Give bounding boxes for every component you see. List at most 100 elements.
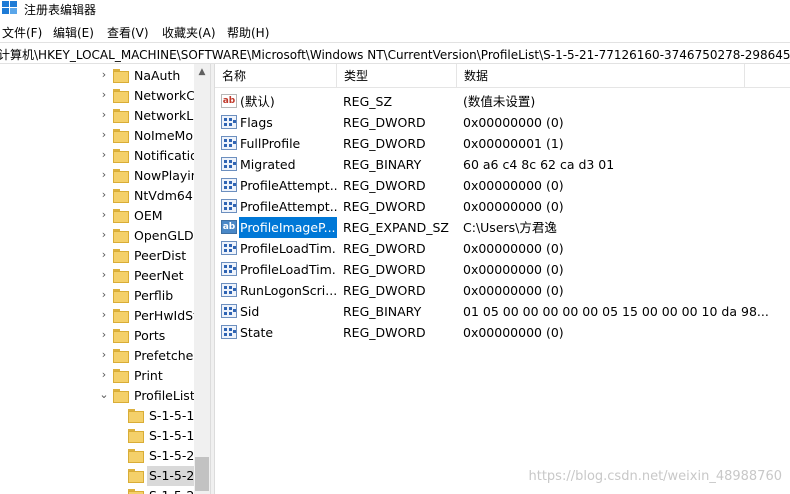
tree-item[interactable]: S-1-5-2	[0, 446, 194, 466]
value-data: 0x00000000 (0)	[463, 241, 564, 256]
value-row[interactable]: RunLogonScri... REG_DWORD 0x00000000 (0)	[215, 280, 790, 301]
value-data: 0x00000000 (0)	[463, 178, 564, 193]
value-type: REG_DWORD	[343, 325, 426, 340]
tree-item[interactable]: › NetworkLi	[0, 106, 197, 126]
chevron-right-icon[interactable]: ›	[99, 88, 109, 102]
folder-icon	[113, 309, 129, 323]
value-row[interactable]: Sid REG_BINARY 01 05 00 00 00 00 00 05 15 …	[215, 301, 790, 322]
tree-item[interactable]: › PeerDist	[0, 246, 194, 266]
chevron-right-icon[interactable]: ›	[99, 348, 109, 362]
tree-item[interactable]: S-1-5-2	[0, 486, 194, 494]
value-row[interactable]: ProfileAttempt... REG_DWORD 0x00000000 (0)	[215, 196, 790, 217]
chevron-right-icon[interactable]: ›	[99, 208, 109, 222]
value-type: REG_SZ	[343, 94, 393, 109]
tree-item-label: S-1-5-1	[149, 408, 195, 423]
tree-item[interactable]: S-1-5-2	[0, 466, 197, 486]
column-data[interactable]: 数据	[457, 64, 745, 88]
folder-icon	[128, 429, 144, 443]
folder-icon	[113, 229, 129, 243]
string-value-icon: ab	[221, 94, 237, 108]
menu-file[interactable]: 文件(F)	[2, 24, 42, 41]
value-row[interactable]: Flags REG_DWORD 0x00000000 (0)	[215, 112, 790, 133]
tree-item[interactable]: › OEM	[0, 206, 194, 226]
folder-icon	[113, 89, 129, 103]
chevron-right-icon[interactable]: ›	[99, 188, 109, 202]
menu-favorites[interactable]: 收藏夹(A)	[162, 24, 216, 41]
watermark: https://blog.csdn.net/weixin_48988760	[528, 469, 782, 484]
tree-item-label: OEM	[134, 208, 163, 223]
tree-item[interactable]: ⌄ ProfileList	[0, 386, 195, 406]
tree-item[interactable]: › NetworkC	[0, 86, 195, 106]
value-row[interactable]: ProfileLoadTim... REG_DWORD 0x00000000 (0)	[215, 238, 790, 259]
column-type[interactable]: 类型	[337, 64, 457, 88]
binary-value-icon	[221, 262, 237, 276]
tree-scrollbar[interactable]: ▲	[194, 64, 210, 494]
value-name: Sid	[240, 304, 260, 319]
folder-icon	[113, 249, 129, 263]
address-bar[interactable]: 计算机\HKEY_LOCAL_MACHINE\SOFTWARE\Microsof…	[0, 42, 790, 64]
folder-icon	[113, 289, 129, 303]
chevron-right-icon[interactable]: ›	[99, 68, 109, 82]
binary-value-icon	[221, 178, 237, 192]
chevron-right-icon[interactable]: ›	[99, 268, 109, 282]
value-row[interactable]: State REG_DWORD 0x00000000 (0)	[215, 322, 790, 343]
tree-item[interactable]: › Perflib	[0, 286, 194, 306]
menu-view[interactable]: 查看(V)	[107, 24, 149, 41]
value-row[interactable]: FullProfile REG_DWORD 0x00000001 (1)	[215, 133, 790, 154]
chevron-down-icon[interactable]: ⌄	[99, 388, 109, 402]
chevron-right-icon[interactable]: ›	[99, 168, 109, 182]
tree-item[interactable]: › NaAuth	[0, 66, 194, 86]
tree-item[interactable]: › NowPlayin	[0, 166, 199, 186]
tree-item[interactable]: › NtVdm64	[0, 186, 194, 206]
tree-item[interactable]: › Print	[0, 366, 194, 386]
tree-item[interactable]: › Ports	[0, 326, 194, 346]
value-type: REG_DWORD	[343, 241, 426, 256]
chevron-right-icon[interactable]: ›	[99, 148, 109, 162]
list-header: 名称 类型 数据	[215, 64, 790, 88]
address-path[interactable]: 计算机\HKEY_LOCAL_MACHINE\SOFTWARE\Microsof…	[0, 46, 790, 63]
menu-bar: 文件(F) 编辑(E) 查看(V) 收藏夹(A) 帮助(H)	[0, 20, 790, 42]
values-list[interactable]: 名称 类型 数据 ab (默认) REG_SZ (数值未设置) Flags REG_DWO…	[215, 64, 790, 494]
chevron-right-icon[interactable]: ›	[99, 368, 109, 382]
tree-item-label: S-1-5-2	[147, 486, 196, 494]
tree-item[interactable]: › NoImeMo	[0, 126, 194, 146]
value-name: ProfileAttempt...	[240, 178, 337, 193]
tree-item[interactable]: › OpenGLDr	[0, 226, 199, 246]
value-name: Flags	[240, 115, 273, 130]
binary-value-icon	[221, 304, 237, 318]
tree-item-label: Ports	[134, 328, 166, 343]
chevron-right-icon[interactable]: ›	[99, 248, 109, 262]
value-row[interactable]: ab ProfileImageP... REG_EXPAND_SZ C:\Users\…	[215, 217, 790, 238]
tree-item[interactable]: › Notificatio	[0, 146, 198, 166]
chevron-right-icon[interactable]: ›	[99, 308, 109, 322]
binary-value-icon	[221, 283, 237, 297]
tree-item-label: Perflib	[134, 288, 174, 303]
value-name: ProfileAttempt...	[240, 199, 337, 214]
chevron-right-icon[interactable]: ›	[99, 328, 109, 342]
tree-item[interactable]: S-1-5-1	[0, 426, 194, 446]
tree-item[interactable]: › PeerNet	[0, 266, 194, 286]
value-row[interactable]: ProfileAttempt... REG_DWORD 0x00000000 (0)	[215, 175, 790, 196]
key-tree[interactable]: › NaAuth › NetworkC › NetworkLi › NoImeMo › Notif…	[0, 64, 210, 494]
chevron-right-icon[interactable]: ›	[99, 228, 109, 242]
column-name[interactable]: 名称	[215, 64, 337, 88]
menu-edit[interactable]: 编辑(E)	[53, 24, 94, 41]
value-type: REG_DWORD	[343, 178, 426, 193]
folder-icon	[113, 169, 129, 183]
value-row[interactable]: ProfileLoadTim... REG_DWORD 0x00000000 (0)	[215, 259, 790, 280]
chevron-right-icon[interactable]: ›	[99, 128, 109, 142]
value-row[interactable]: ab (默认) REG_SZ (数值未设置)	[215, 91, 790, 112]
scroll-up-arrow-icon[interactable]: ▲	[194, 64, 210, 80]
tree-item[interactable]: › PerHwIdSt	[0, 306, 198, 326]
chevron-right-icon[interactable]: ›	[99, 288, 109, 302]
tree-item[interactable]: S-1-5-1	[0, 406, 194, 426]
value-name: State	[240, 325, 274, 340]
tree-item[interactable]: › Prefetcher	[0, 346, 199, 366]
value-data: 0x00000000 (0)	[463, 115, 564, 130]
chevron-right-icon[interactable]: ›	[99, 108, 109, 122]
scrollbar-thumb[interactable]	[195, 457, 209, 491]
menu-help[interactable]: 帮助(H)	[227, 24, 269, 41]
value-row[interactable]: Migrated REG_BINARY 60 a6 c4 8c 62 ca d3 0…	[215, 154, 790, 175]
value-name: FullProfile	[240, 136, 301, 151]
tree-item-label: NtVdm64	[134, 188, 193, 203]
